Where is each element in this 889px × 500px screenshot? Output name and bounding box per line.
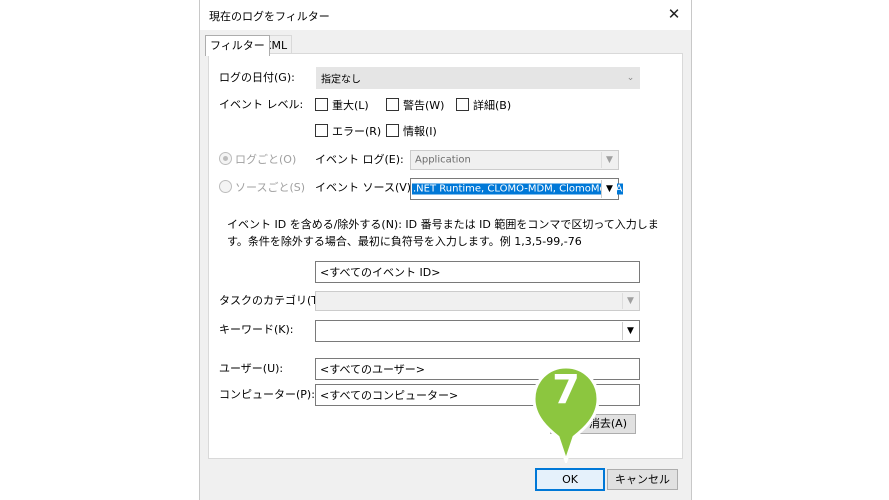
- keywords-dropdown[interactable]: ▼: [315, 320, 640, 342]
- logged-value: 指定なし: [321, 74, 361, 86]
- logged-dropdown[interactable]: 指定なし ⌄: [316, 67, 640, 89]
- computer-label: コンピューター(P):: [219, 388, 315, 401]
- task-category-dropdown[interactable]: ▼: [315, 291, 640, 311]
- event-source-value: .NET Runtime, CLOMO-MDM, ClomoMdmA: [412, 183, 624, 195]
- by-log-radio[interactable]: [219, 152, 232, 165]
- level-warning-label: 警告(W): [403, 99, 445, 112]
- title-bar: 現在のログをフィルター ✕: [200, 0, 691, 30]
- keywords-label: キーワード(K):: [219, 323, 294, 336]
- event-source-dropdown[interactable]: .NET Runtime, CLOMO-MDM, ClomoMdmA ▼: [410, 178, 624, 200]
- level-error-label: エラー(R): [332, 125, 382, 138]
- filter-dialog: 現在のログをフィルター ✕ フィルター XML ログの日付(G): 指定なし ⌄…: [199, 0, 692, 500]
- task-category-label: タスクのカテゴリ(T):: [219, 294, 327, 307]
- by-log-label: ログごと(O): [235, 153, 297, 166]
- level-information-label: 情報(I): [403, 125, 437, 138]
- close-icon[interactable]: ✕: [663, 4, 685, 24]
- event-source-label: イベント ソース(V):: [315, 181, 415, 194]
- filter-panel: ログの日付(G): 指定なし ⌄ イベント レベル: 重大(L) 警告(W) 詳…: [208, 53, 683, 459]
- cancel-button[interactable]: キャンセル: [607, 469, 678, 490]
- level-error-checkbox[interactable]: [315, 124, 328, 137]
- event-level-label: イベント レベル:: [219, 98, 304, 111]
- by-source-label: ソースごと(S): [235, 181, 306, 194]
- user-value: <すべてのユーザー>: [320, 363, 426, 376]
- tab-filter[interactable]: フィルター: [205, 35, 270, 56]
- dialog-title: 現在のログをフィルター: [209, 10, 330, 23]
- chevron-down-icon: ⌄: [626, 73, 635, 83]
- level-information-checkbox[interactable]: [386, 124, 399, 137]
- event-id-input[interactable]: <すべてのイベント ID>: [315, 261, 640, 283]
- by-source-radio[interactable]: [219, 180, 232, 193]
- computer-value: <すべてのコンピューター>: [320, 389, 459, 402]
- logged-label: ログの日付(G):: [219, 71, 295, 84]
- level-warning-checkbox[interactable]: [386, 98, 399, 111]
- chevron-down-icon: ▼: [601, 152, 617, 168]
- level-critical-checkbox[interactable]: [315, 98, 328, 111]
- user-label: ユーザー(U):: [219, 362, 284, 375]
- event-log-label: イベント ログ(E):: [315, 153, 404, 166]
- event-id-value: <すべてのイベント ID>: [320, 266, 441, 279]
- event-log-value: Application: [415, 154, 471, 166]
- step-marker-number: 7: [552, 367, 580, 413]
- level-verbose-checkbox[interactable]: [456, 98, 469, 111]
- ok-button[interactable]: OK: [535, 468, 605, 491]
- event-log-dropdown[interactable]: Application ▼: [410, 150, 619, 170]
- radio-dot-icon: [223, 156, 228, 161]
- level-critical-label: 重大(L): [332, 99, 369, 112]
- chevron-down-icon: ▼: [622, 293, 638, 309]
- chevron-down-icon: ▼: [622, 322, 638, 340]
- event-id-description: イベント ID を含める/除外する(N): ID 番号または ID 範囲をコンマ…: [227, 218, 659, 248]
- level-verbose-label: 詳細(B): [473, 99, 512, 112]
- chevron-down-icon: ▼: [601, 180, 617, 198]
